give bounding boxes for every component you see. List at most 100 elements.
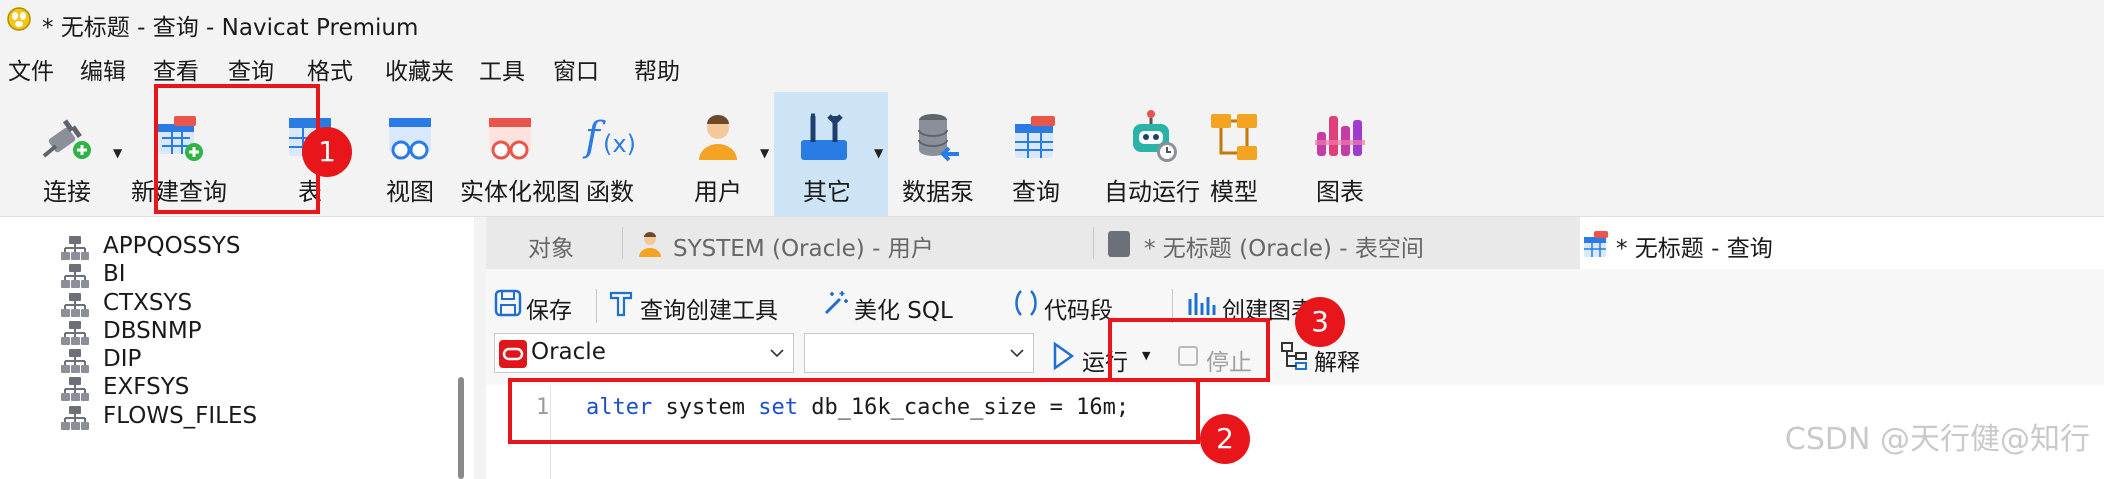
toolbar-other-button[interactable]: 其它 ▼ xyxy=(774,92,888,218)
toolbar-view-button[interactable]: 视图 xyxy=(362,92,458,218)
schema-icon xyxy=(61,406,89,430)
tablespace-icon xyxy=(1108,231,1130,257)
chevron-down-icon xyxy=(770,349,784,358)
tab-untitled-query[interactable]: * 无标题 - 查询 xyxy=(1580,217,2104,269)
toolbar-user-button[interactable]: 用户 ▼ xyxy=(664,92,772,218)
menu-file[interactable]: 文件 xyxy=(8,52,54,86)
view-icon xyxy=(389,118,431,160)
play-icon xyxy=(1053,341,1075,371)
user-dropdown-arrow-icon[interactable]: ▼ xyxy=(760,146,769,160)
clipped-tree-item xyxy=(60,217,270,221)
toolbar-materialized-view-button[interactable]: 实体化视图 xyxy=(460,92,580,218)
toolbar-data-pump-label: 数据泵 xyxy=(902,178,974,206)
toolbar-connection-label: 连接 xyxy=(43,178,91,206)
menu-query[interactable]: 查询 xyxy=(228,52,274,86)
menu-favorites[interactable]: 收藏夹 xyxy=(385,52,454,86)
toolbar-user-label: 用户 xyxy=(694,178,742,206)
connection-dropdown-arrow-icon[interactable]: ▼ xyxy=(113,146,122,160)
toolbar-model-label: 模型 xyxy=(1210,178,1258,206)
other-dropdown-arrow-icon[interactable]: ▼ xyxy=(874,146,883,160)
save-icon xyxy=(494,289,522,317)
tab-objects-label: 对象 xyxy=(528,236,574,262)
menu-help[interactable]: 帮助 xyxy=(634,52,680,86)
tree-item-label: APPQOSSYS xyxy=(103,233,241,259)
tab-untitled-query-label: * 无标题 - 查询 xyxy=(1616,236,1773,262)
query-icon xyxy=(1015,116,1055,158)
tab-tablespace[interactable]: * 无标题 (Oracle) - 表空间 xyxy=(1094,217,1570,269)
other-tools-icon xyxy=(801,113,848,160)
user-icon xyxy=(699,115,737,160)
query-builder-button[interactable]: 查询创建工具 xyxy=(608,285,808,325)
data-pump-icon xyxy=(918,114,959,162)
toolbar-function-button[interactable]: f (x) 函数 xyxy=(562,92,658,218)
magic-wand-icon xyxy=(824,291,848,315)
chevron-down-icon xyxy=(1010,349,1024,358)
annotation-badge-2: 2 xyxy=(1200,414,1250,464)
menu-format[interactable]: 格式 xyxy=(307,52,353,86)
code-snippet-label: 代码段 xyxy=(1044,298,1113,324)
tree-item-label: BI xyxy=(103,261,126,287)
toolbar-function-label: 函数 xyxy=(586,178,634,206)
tree-item-label: CTXSYS xyxy=(103,290,193,316)
toolbar-chart-label: 图表 xyxy=(1316,178,1364,206)
annotation-box-run xyxy=(1108,318,1270,382)
connection-select-value: Oracle xyxy=(531,339,606,365)
oracle-icon xyxy=(499,340,527,368)
schema-icon xyxy=(61,349,89,373)
annotation-box-new-query xyxy=(154,84,320,214)
user-icon xyxy=(639,232,661,257)
toolbar-model-button[interactable]: 模型 xyxy=(1184,92,1284,218)
tab-system-user[interactable]: SYSTEM (Oracle) - 用户 xyxy=(623,217,1093,269)
materialized-view-icon xyxy=(489,118,531,160)
menu-edit[interactable]: 编辑 xyxy=(80,52,126,86)
menu-tools[interactable]: 工具 xyxy=(479,52,525,86)
menu-window[interactable]: 窗口 xyxy=(553,52,599,86)
connection-plug-icon xyxy=(42,119,91,159)
toolbar-data-pump-button[interactable]: 数据泵 xyxy=(888,92,988,218)
tree-item-label: DIP xyxy=(103,346,142,372)
tab-system-user-label: SYSTEM (Oracle) - 用户 xyxy=(673,236,934,262)
svg-text:(x): (x) xyxy=(603,130,636,158)
menu-view[interactable]: 查看 xyxy=(153,52,199,86)
toolbar-separator xyxy=(596,289,597,323)
schema-select[interactable] xyxy=(804,333,1034,373)
beautify-sql-button[interactable]: 美化 SQL xyxy=(822,285,992,325)
explain-tree-icon xyxy=(1281,342,1307,370)
watermark-text: CSDN @天行健@知行 xyxy=(1784,422,2090,457)
query-builder-label: 查询创建工具 xyxy=(640,298,778,324)
tree-scrollbar[interactable] xyxy=(458,377,464,479)
menu-bar: 文件 编辑 查看 查询 格式 收藏夹 工具 窗口 帮助 xyxy=(0,52,2104,88)
annotation-badge-1: 1 xyxy=(302,127,352,177)
save-button[interactable]: 保存 xyxy=(494,285,584,325)
title-bar: * 无标题 - 查询 - Navicat Premium xyxy=(0,0,2104,44)
schema-icon xyxy=(61,236,89,260)
tree-item-label: EXFSYS xyxy=(103,374,190,400)
tab-objects[interactable]: 对象 xyxy=(486,217,622,269)
annotation-box-sql xyxy=(508,378,1200,444)
toolbar-chart-button[interactable]: 图表 xyxy=(1290,92,1390,218)
toolbar-query-label: 查询 xyxy=(1012,178,1060,206)
query-icon xyxy=(1584,231,1608,257)
tree-item-label: DBSNMP xyxy=(103,318,202,344)
automation-robot-icon xyxy=(1133,110,1177,162)
toolbar-view-label: 视图 xyxy=(386,178,434,206)
annotation-badge-3: 3 xyxy=(1295,297,1345,347)
save-label: 保存 xyxy=(526,298,572,324)
explain-label: 解释 xyxy=(1314,350,1360,376)
parentheses-icon xyxy=(1015,290,1037,316)
schema-icon xyxy=(61,264,89,288)
chart-bars-icon xyxy=(1188,293,1216,315)
schema-icon xyxy=(61,321,89,345)
object-tree-panel: APPQOSSYS BI CTXSYS DBSNMP DIP EXFSYS FL… xyxy=(0,217,474,479)
connection-select[interactable]: Oracle xyxy=(494,333,794,373)
tab-bar: 对象 SYSTEM (Oracle) - 用户 * 无标题 (Oracle) -… xyxy=(486,217,2104,269)
panel-splitter[interactable] xyxy=(474,217,486,479)
tab-tablespace-label: * 无标题 (Oracle) - 表空间 xyxy=(1144,236,1424,262)
function-icon: f (x) xyxy=(582,114,636,160)
toolbar-query-button[interactable]: 查询 xyxy=(988,92,1084,218)
chart-icon xyxy=(1315,116,1365,156)
toolbar-connection-button[interactable]: 连接 ▼ xyxy=(12,92,122,218)
schema-icon xyxy=(61,377,89,401)
query-builder-icon xyxy=(609,291,633,317)
tree-item-label: FLOWS_FILES xyxy=(103,403,258,429)
